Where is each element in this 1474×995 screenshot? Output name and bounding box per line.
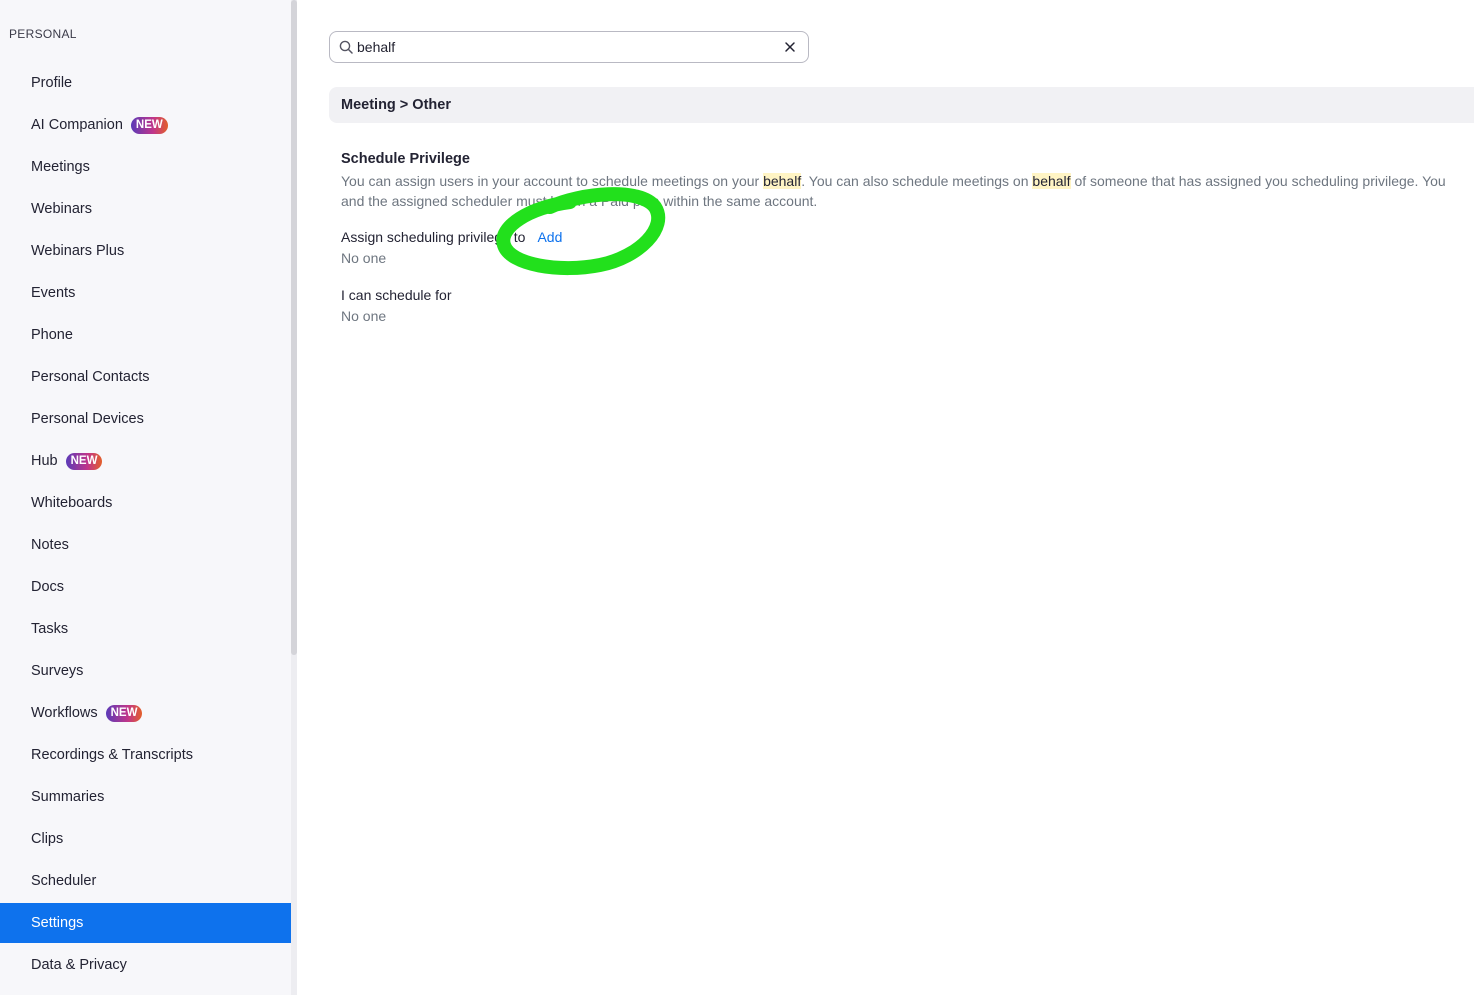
sidebar-item-label: Docs — [31, 579, 65, 595]
search-highlight: behalf — [1032, 173, 1071, 189]
sidebar-item-label: Hub — [31, 453, 58, 469]
sidebar-item-workflows[interactable]: Workflows NEW — [0, 693, 291, 733]
sidebar-scrollbar[interactable] — [291, 0, 297, 995]
sidebar-item-label: Meetings — [31, 159, 90, 175]
sidebar-item-personal-devices[interactable]: Personal Devices — [0, 399, 291, 439]
search-input[interactable] — [357, 38, 777, 56]
sidebar-item-data-privacy[interactable]: Data & Privacy — [0, 945, 291, 985]
setting-description: You can assign users in your account to … — [341, 171, 1466, 211]
sidebar-item-phone[interactable]: Phone — [0, 315, 291, 355]
schedule-for-label: I can schedule for — [341, 287, 452, 303]
sidebar-item-profile[interactable]: Profile — [0, 63, 291, 103]
sidebar-item-surveys[interactable]: Surveys — [0, 651, 291, 691]
new-badge: NEW — [65, 452, 103, 470]
sidebar-item-notes[interactable]: Notes — [0, 525, 291, 565]
sidebar-item-label: Workflows — [31, 705, 98, 721]
sidebar-item-personal-contacts[interactable]: Personal Contacts — [0, 357, 291, 397]
description-text: . You can also schedule meetings on — [801, 173, 1033, 189]
sidebar-item-label: Data & Privacy — [31, 957, 127, 973]
sidebar-item-label: Surveys — [31, 663, 84, 679]
sidebar-item-tasks[interactable]: Tasks — [0, 609, 291, 649]
sidebar-item-label: Phone — [31, 327, 73, 343]
assign-privilege-label: Assign scheduling privilege to — [341, 229, 526, 245]
search-highlight: behalf — [763, 173, 802, 189]
settings-search-box — [329, 31, 809, 63]
sidebar-item-label: Scheduler — [31, 873, 97, 889]
section-header: Meeting > Other — [329, 87, 1474, 123]
sidebar-item-label: Tasks — [31, 621, 69, 637]
setting-title: Schedule Privilege — [341, 151, 470, 167]
sidebar-item-label: Webinars Plus — [31, 243, 125, 259]
sidebar-item-label: Clips — [31, 831, 64, 847]
breadcrumb: Meeting > Other — [341, 97, 451, 113]
sidebar-item-label: Personal Devices — [31, 411, 144, 427]
assign-privilege-value: No one — [341, 250, 387, 266]
sidebar-item-recordings-transcripts[interactable]: Recordings & Transcripts — [0, 735, 291, 775]
sidebar-item-settings[interactable]: Settings — [0, 903, 291, 943]
sidebar-nav: PERSONAL Profile AI Companion NEW Meeting… — [0, 0, 291, 995]
sidebar-item-label: Webinars — [31, 201, 92, 217]
description-text: You can assign users in your account to … — [341, 173, 764, 189]
sidebar-item-events[interactable]: Events — [0, 273, 291, 313]
sidebar-item-label: Profile — [31, 75, 73, 91]
sidebar-item-label: Events — [31, 285, 76, 301]
add-link[interactable]: Add — [537, 229, 562, 245]
sidebar-item-label: AI Companion — [31, 117, 123, 133]
assign-privilege-row: Assign scheduling privilege to Add — [341, 229, 562, 245]
sidebar-item-label: Settings — [31, 915, 84, 931]
sidebar-item-label: Summaries — [31, 789, 105, 805]
sidebar-item-webinars-plus[interactable]: Webinars Plus — [0, 231, 291, 271]
sidebar-item-label: Recordings & Transcripts — [31, 747, 193, 763]
sidebar-item-hub[interactable]: Hub NEW — [0, 441, 291, 481]
sidebar-section-title: PERSONAL — [9, 27, 77, 41]
sidebar-item-webinars[interactable]: Webinars — [0, 189, 291, 229]
new-badge: NEW — [105, 704, 143, 722]
sidebar-item-clips[interactable]: Clips — [0, 819, 291, 859]
sidebar-item-docs[interactable]: Docs — [0, 567, 291, 607]
sidebar-item-meetings[interactable]: Meetings — [0, 147, 291, 187]
search-icon — [339, 40, 353, 54]
sidebar-item-label: Whiteboards — [31, 495, 113, 511]
schedule-for-value: No one — [341, 308, 387, 324]
new-badge: NEW — [130, 116, 168, 134]
sidebar-item-whiteboards[interactable]: Whiteboards — [0, 483, 291, 523]
sidebar-item-summaries[interactable]: Summaries — [0, 777, 291, 817]
sidebar-item-label: Notes — [31, 537, 69, 553]
scrollbar-thumb[interactable] — [291, 0, 297, 655]
sidebar-item-scheduler[interactable]: Scheduler — [0, 861, 291, 901]
sidebar-item-label: Personal Contacts — [31, 369, 150, 385]
close-icon[interactable] — [784, 41, 796, 53]
sidebar-item-ai-companion[interactable]: AI Companion NEW — [0, 105, 291, 145]
